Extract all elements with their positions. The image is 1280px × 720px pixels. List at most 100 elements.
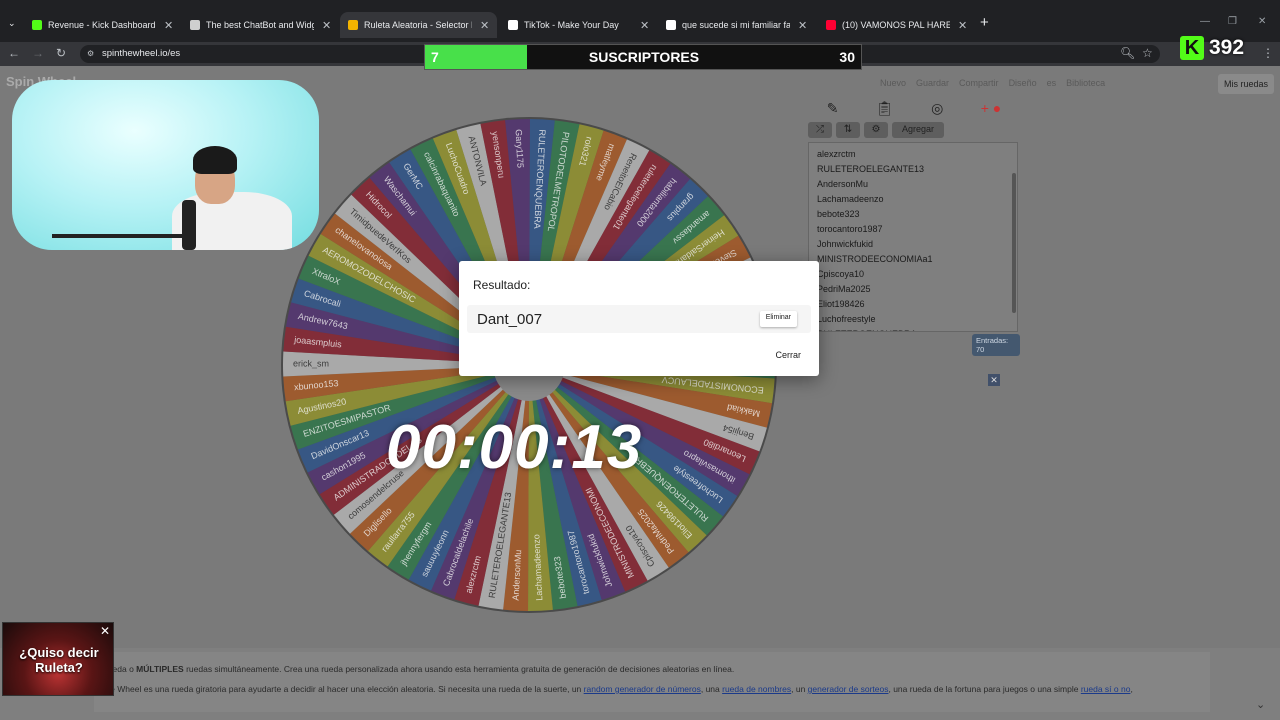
close-dialog-button[interactable]: Cerrar: [769, 347, 807, 363]
tab-label: TikTok - Make Your Day: [524, 20, 619, 30]
tab-kick-dashboard[interactable]: Revenue - Kick Dashboard ✕: [24, 12, 181, 38]
result-dialog: Resultado: Dant_007 Eliminar Cerrar: [459, 261, 819, 376]
panel-toolbar: ✎ 📋︎ ◎ + ●: [808, 100, 1020, 122]
entry-item[interactable]: RULETEROENQUEBRA: [817, 327, 1009, 331]
close-tab-icon[interactable]: ✕: [798, 19, 807, 32]
close-tab-icon[interactable]: ✕: [164, 19, 173, 32]
entry-item[interactable]: PedriMa2025: [817, 282, 1009, 297]
tab-youtube[interactable]: (10) VAMONOS PAL HAREM RE ✕: [818, 12, 975, 38]
add-color-icon[interactable]: + ●: [981, 100, 1002, 122]
footer-text: ruedas simultáneamente. Crea una rueda p…: [183, 664, 735, 674]
tab-google-search[interactable]: que sucede si mi familiar fallec ✕: [658, 12, 815, 38]
close-tab-icon[interactable]: ✕: [958, 19, 967, 32]
entry-item[interactable]: AndersonMu: [817, 177, 1009, 192]
shuffle-button[interactable]: ⤮: [808, 122, 832, 138]
subscriber-goal-bar: 7 SUSCRIPTORES 30: [424, 44, 862, 70]
entry-item[interactable]: alexzrctm: [817, 147, 1009, 162]
sort-button[interactable]: ⇅: [836, 122, 860, 138]
minimize-icon[interactable]: —: [1200, 16, 1210, 27]
nav-library[interactable]: Biblioteca: [1066, 78, 1105, 88]
close-promo-icon[interactable]: ✕: [100, 624, 110, 638]
promo-line: Ruleta?: [35, 660, 83, 675]
tab-chatbot[interactable]: The best ChatBot and Widgets ✕: [182, 12, 339, 38]
entry-item[interactable]: MINISTRODEECONOMIAa1: [817, 252, 1009, 267]
close-window-icon[interactable]: ✕: [1258, 16, 1266, 27]
entry-item[interactable]: Cpiscoya10: [817, 267, 1009, 282]
entry-item[interactable]: Lachamadeenzo: [817, 192, 1009, 207]
entry-item[interactable]: torocantoro1987: [817, 222, 1009, 237]
nav-save[interactable]: Guardar: [916, 78, 949, 88]
nav-design[interactable]: Diseño: [1009, 78, 1037, 88]
promo-text: ¿Quiso decir Ruleta?: [3, 645, 115, 675]
entry-item[interactable]: Luchofreestyle: [817, 312, 1009, 327]
entry-item[interactable]: RULETEROELEGANTE13: [817, 162, 1009, 177]
zoom-icon[interactable]: 🔍︎: [1120, 46, 1135, 60]
tab-label: (10) VAMONOS PAL HAREM RE: [842, 20, 950, 30]
tab-search-icon[interactable]: ⌄: [8, 18, 16, 29]
nav-new[interactable]: Nuevo: [880, 78, 906, 88]
site-nav: Nuevo Guardar Compartir Diseño es Biblio…: [880, 78, 1105, 88]
hide-eye-icon[interactable]: ◎: [931, 100, 943, 122]
maximize-icon[interactable]: ❐: [1228, 16, 1237, 27]
kick-counter: K 392: [1180, 36, 1244, 60]
delete-winner-button[interactable]: Eliminar: [759, 311, 797, 327]
entries-list[interactable]: alexzrctm RULETEROELEGANTE13 AndersonMu Lac…: [808, 142, 1018, 332]
result-row: Dant_007 Eliminar: [467, 305, 811, 333]
back-icon[interactable]: ←: [8, 46, 20, 60]
subscriber-label: SUSCRIPTORES: [588, 49, 700, 65]
entries-scrollbar[interactable]: [1012, 173, 1016, 313]
footer-text-area: la rueda o MÚLTIPLES ruedas simultáneame…: [0, 648, 1280, 720]
tiktok-favicon-icon: [508, 20, 518, 30]
entries-panel: ✎ 📋︎ ◎ + ● ⤮ ⇅ ⚙ Agregar alexzrctm RULETE…: [808, 96, 1020, 356]
tab-ruleta[interactable]: Ruleta Aleatoria - Selector Pers ✕: [340, 12, 498, 38]
chevron-down-icon[interactable]: ⌄: [1256, 698, 1265, 711]
menu-icon[interactable]: ⋮: [1262, 46, 1274, 60]
link-yes-no-wheel[interactable]: rueda sí o no: [1081, 684, 1131, 694]
close-tab-icon[interactable]: ✕: [480, 19, 489, 32]
clipboard-icon[interactable]: 📋︎: [876, 100, 894, 122]
link-raffle-generator[interactable]: generador de sorteos: [808, 684, 889, 694]
winner-name: Dant_007: [477, 311, 543, 328]
bookmark-star-icon[interactable]: ☆: [1142, 46, 1153, 60]
forward-icon[interactable]: →: [32, 46, 44, 60]
close-tab-icon[interactable]: ✕: [322, 19, 331, 32]
kick-count: 392: [1209, 36, 1245, 59]
promo-line: ¿Quiso decir: [19, 645, 99, 660]
close-square-icon[interactable]: ✕: [988, 374, 1000, 386]
entry-item[interactable]: bebote323: [817, 207, 1009, 222]
url-text: spinthewheel.io/es: [102, 48, 181, 59]
tab-tiktok[interactable]: TikTok - Make Your Day ✕: [500, 12, 657, 38]
dialog-title: Resultado:: [473, 278, 531, 292]
promo-roulette-ad[interactable]: ✕ ¿Quiso decir Ruleta?: [2, 622, 114, 696]
entry-item[interactable]: Johnwickfukid: [817, 237, 1009, 252]
kick-logo-icon: K: [1180, 36, 1204, 60]
stream-timer: 00:00:13: [386, 413, 643, 482]
footer-text: ,: [1130, 684, 1133, 694]
pencil-icon[interactable]: ✎: [827, 100, 839, 122]
mic-arm: [52, 234, 187, 238]
browser-tab-bar: ⌄ Revenue - Kick Dashboard ✕ The best Ch…: [0, 0, 1280, 42]
new-tab-icon[interactable]: +: [980, 14, 989, 31]
settings-button[interactable]: ⚙: [864, 122, 888, 138]
footer-text: , una rueda de la fortuna para juegos o …: [888, 684, 1081, 694]
nav-share[interactable]: Compartir: [959, 78, 999, 88]
microphone: [182, 200, 196, 250]
webcam-overlay: [12, 80, 319, 250]
tab-label: que sucede si mi familiar fallec: [682, 20, 790, 30]
tab-label: Ruleta Aleatoria - Selector Pers: [364, 20, 472, 30]
close-tab-icon[interactable]: ✕: [640, 19, 649, 32]
add-entry-button[interactable]: Agregar: [892, 122, 944, 138]
reload-icon[interactable]: ↻: [56, 46, 66, 60]
entry-item[interactable]: Eliot198426: [817, 297, 1009, 312]
tab-label: Revenue - Kick Dashboard: [48, 20, 156, 30]
site-info-icon[interactable]: ⚙: [87, 49, 94, 58]
link-number-generator[interactable]: random generador de números: [584, 684, 701, 694]
chatbot-favicon-icon: [190, 20, 200, 30]
youtube-favicon-icon: [826, 20, 836, 30]
my-wheels-button[interactable]: Mis ruedas: [1218, 74, 1274, 94]
link-name-wheel[interactable]: rueda de nombres: [722, 684, 791, 694]
footer-text: , una: [700, 684, 723, 694]
nav-language[interactable]: es: [1047, 78, 1057, 88]
footer-bold: MÚLTIPLES: [136, 664, 184, 674]
page-content: Spin Wheel Nuevo Guardar Compartir Diseñ…: [0, 66, 1280, 720]
